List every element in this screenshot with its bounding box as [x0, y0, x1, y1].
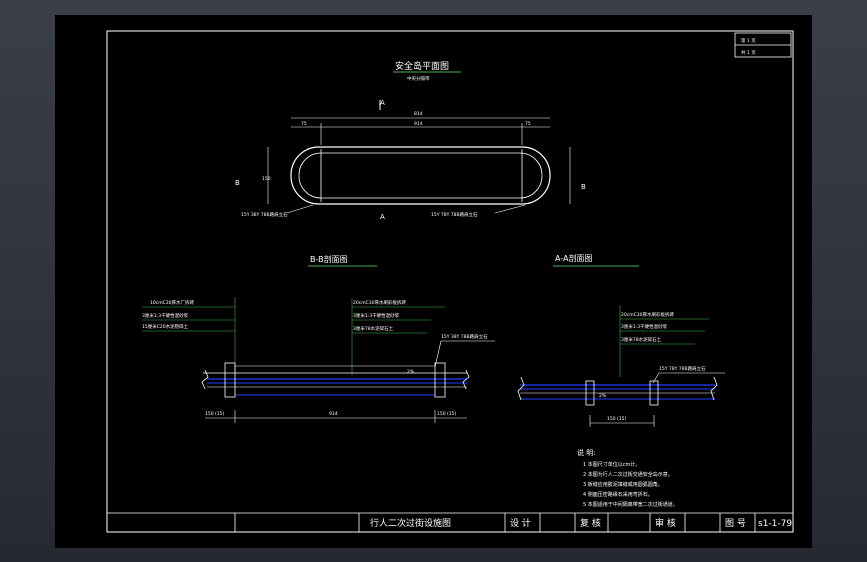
- drawing-number: s1-1-79: [758, 519, 792, 529]
- section-mark-b-left: B: [235, 179, 240, 187]
- bb-curb-left: [224, 362, 236, 398]
- bb-dim-mid: 914: [329, 411, 338, 417]
- plan-callout-left: 15Y 38Y 78B路肩立石: [241, 211, 288, 218]
- plan-height-dim: 150: [262, 176, 271, 182]
- bb-curb-right: [434, 362, 446, 398]
- plan-overall-dim: 814: [414, 111, 423, 117]
- total-sheets-label: 共 1 页: [741, 49, 756, 56]
- note-item-1: 1 本图尺寸单位以cm计。: [583, 461, 640, 468]
- island-outline: [290, 146, 551, 205]
- section-mark-a-top: A: [380, 99, 385, 107]
- plan-right-dim: 75: [525, 121, 531, 127]
- notes: 说 明: 1 本图尺寸单位以cm计。 2 本图为行人二次过街交通安全岛示意。 3…: [577, 448, 678, 508]
- drawing-no-label: 图 号: [725, 518, 746, 529]
- plan-subtitle: 中央分隔带: [407, 75, 430, 82]
- bb-layer-2: 3厘米1:3干硬性混砂浆: [142, 312, 189, 319]
- aa-callout-curb: 15Y 78Y 78B路肩立石: [659, 365, 706, 372]
- aa-layer-1: 20cmC30厚水刷彩板拆砖: [621, 311, 674, 318]
- bb-dim-left: 150 (15): [205, 411, 225, 417]
- aa-level-mark: 2%: [599, 393, 607, 399]
- drawing-frame: [106, 30, 794, 533]
- section-mark-b-right: B: [581, 183, 586, 191]
- aa-dim-bottom: 150 (15): [607, 416, 627, 422]
- drawing-sheet: 第 1 页 共 1 页 安全岛平面图 中央分隔带 A 814 75 914 75…: [55, 15, 812, 548]
- bb-layer-6: 3厘米78水泥碎石土: [353, 325, 394, 332]
- bb-layer-1: 10cmC30厚水厂拆砖: [150, 299, 194, 306]
- plan-left-dim: 75: [301, 121, 307, 127]
- plan-mid-dim: 914: [414, 121, 423, 127]
- drawing-name: 行人二次过街设施图: [370, 517, 451, 529]
- bb-level-mark: 2%: [407, 369, 415, 375]
- section-aa: A-A剖面图 20cmC30厚水刷彩板拆砖 3厘米1:3干硬性混砂浆 3厘米78…: [517, 253, 725, 427]
- plan-title: 安全岛平面图: [395, 60, 449, 72]
- bb-callout-curb: 15Y 38Y 78B路肩立石: [441, 333, 488, 340]
- bb-layer-4: 20cmC30厚水刷彩板拆砖: [353, 299, 406, 306]
- note-item-3: 3 板缝应用胶泥填缝或用圆弧圆角。: [583, 481, 663, 488]
- bb-dim-right: 150 (15): [437, 411, 457, 417]
- drawing-canvas: 第 1 页 共 1 页 安全岛平面图 中央分隔带 A 814 75 914 75…: [106, 30, 794, 533]
- bb-layer-3: 15厘米C20水泥稳碎土: [142, 323, 189, 330]
- title-block-bottom: 行人二次过街设施图 设 计 复 核 审 核 图 号 s1-1-79: [107, 512, 793, 532]
- section-mark-a-bottom: A: [380, 213, 385, 221]
- note-item-5: 5 本图适用于中间隔离带宽二次过街通道。: [583, 501, 678, 508]
- note-item-4: 4 侧面压密路缘石采用弯折石。: [583, 491, 653, 498]
- section-aa-title: A-A剖面图: [555, 253, 592, 263]
- title-block-top: 第 1 页 共 1 页: [734, 32, 792, 58]
- note-item-2: 2 本图为行人二次过街交通安全岛示意。: [583, 471, 673, 478]
- bb-layer-5: 3厘米1:3干硬性混砂浆: [353, 312, 400, 319]
- design-label: 设 计: [510, 517, 531, 529]
- aa-layer-3: 3厘米78水泥碎石土: [621, 336, 662, 343]
- notes-heading: 说 明:: [577, 448, 596, 457]
- cad-viewport[interactable]: 第 1 页 共 1 页 安全岛平面图 中央分隔带 A 814 75 914 75…: [0, 0, 867, 562]
- review-label: 复 核: [580, 517, 601, 529]
- sheet-number-label: 第 1 页: [741, 37, 756, 44]
- plan-callout-right: 15Y 78Y 78B路肩立石: [431, 211, 478, 218]
- plan-view: 安全岛平面图 中央分隔带 A 814 75 914 75 150 B B A 1…: [235, 60, 586, 221]
- section-bb: B-B剖面图 10cmC30厚水厂拆砖 3厘米1:3干硬性混砂浆 15厘米C20…: [142, 254, 495, 423]
- section-bb-title: B-B剖面图: [310, 254, 348, 264]
- approve-label: 审 核: [655, 517, 676, 529]
- aa-layer-2: 3厘米1:3干硬性混砂浆: [621, 323, 668, 330]
